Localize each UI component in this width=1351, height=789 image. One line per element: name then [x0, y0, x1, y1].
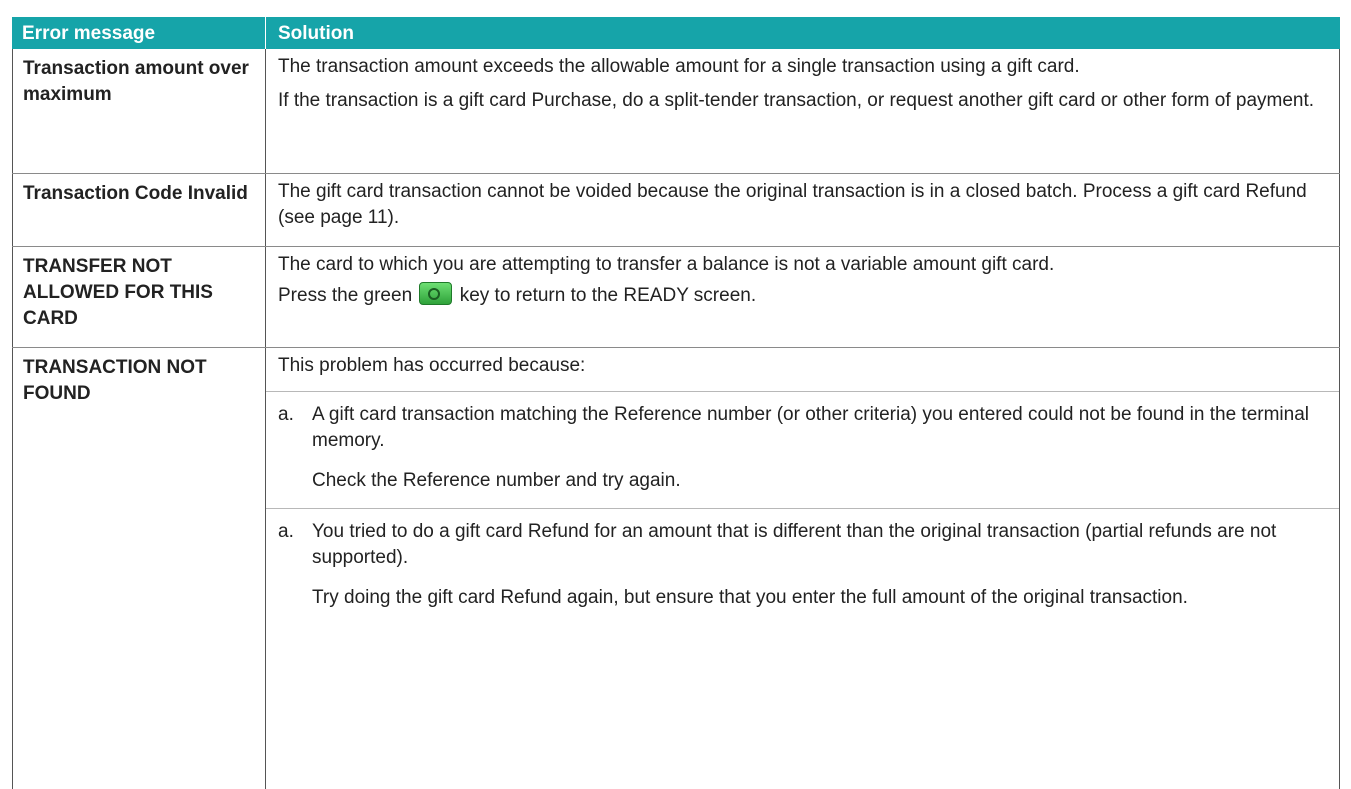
header-error-message: Error message [12, 17, 266, 49]
table-header: Error message Solution [12, 17, 1340, 49]
solution-cell: The card to which you are attempting to … [266, 247, 1340, 347]
table-row: TRANSFER NOT ALLOWED FOR THIS CARD The c… [12, 247, 1340, 348]
press-text: Press the green [278, 285, 413, 306]
list-item: a. You tried to do a gift card Refund fo… [278, 519, 1327, 571]
list-item: a. A gift card transaction matching the … [278, 402, 1327, 454]
solution-text: The transaction amount exceeds the allow… [278, 56, 1080, 77]
green-key-icon [419, 282, 453, 305]
solution-cell: This problem has occurred because: a. A … [266, 348, 1340, 789]
solution-cell: The transaction amount exceeds the allow… [266, 49, 1340, 173]
table-row: Transaction Code Invalid The gift card t… [12, 174, 1340, 247]
error-cell: Transaction Code Invalid [12, 174, 266, 246]
error-cell: TRANSFER NOT ALLOWED FOR THIS CARD [12, 247, 266, 347]
solution-cell: The gift card transaction cannot be void… [266, 174, 1340, 246]
intro-text: This problem has occurred because: [278, 355, 586, 376]
header-solution: Solution [278, 23, 354, 44]
error-cell: TRANSACTION NOT FOUND [12, 348, 266, 789]
list-text: A gift card transaction matching the Ref… [312, 404, 1309, 451]
list-text: You tried to do a gift card Refund for a… [312, 521, 1277, 568]
list-label: a. [278, 521, 294, 542]
followup-text: Try doing the gift card Refund again, bu… [312, 587, 1188, 608]
solution-text: The card to which you are attempting to … [278, 254, 1055, 275]
return-text: key to return to the READY screen. [459, 285, 757, 306]
error-message-table: Error message Solution Transaction amoun… [12, 17, 1340, 789]
followup-text: Check the Reference number and try again… [312, 470, 681, 491]
solution-text: If the transaction is a gift card Purcha… [278, 90, 1315, 111]
solution-text: The gift card transaction cannot be void… [278, 181, 1307, 228]
list-label: a. [278, 404, 294, 425]
error-cell: Transaction amount over maximum [12, 49, 266, 173]
solution-text: Press the green key to return to the REA… [278, 282, 1327, 309]
table-row: Transaction amount over maximum The tran… [12, 49, 1340, 174]
table-row: TRANSACTION NOT FOUND This problem has o… [12, 348, 1340, 789]
